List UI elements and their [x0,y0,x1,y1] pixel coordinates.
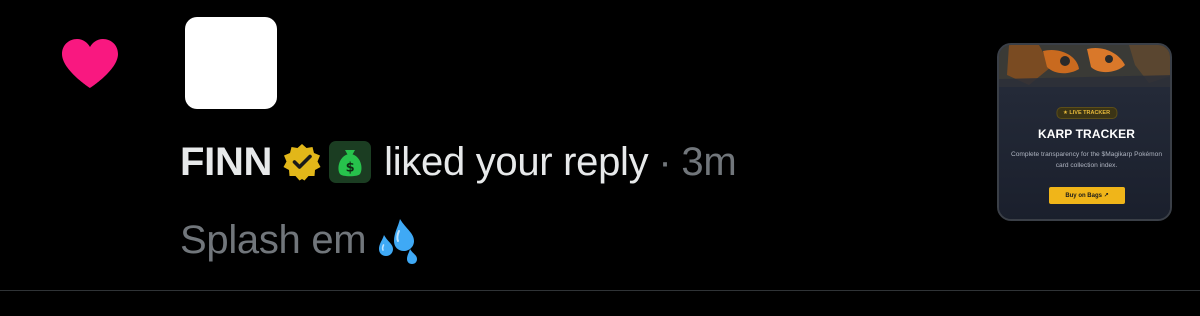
card-title: KARP TRACKER [1038,127,1135,141]
separator-dot: · [658,139,672,184]
money-bag-icon: $ [329,141,372,183]
action-text: liked your reply [384,139,649,184]
svg-text:$: $ [346,161,355,176]
card-description: Complete transparency for the $Magikarp … [1011,151,1162,169]
like-notification[interactable]: FINN $ liked your reply · 3m Splash em ★… [0,0,1200,290]
gold-verified-icon [283,144,321,181]
link-preview-card[interactable]: ★ LIVE TRACKER KARP TRACKER Complete tra… [997,43,1172,221]
reply-preview[interactable]: Splash em [180,212,422,268]
card-artwork [999,45,1170,91]
user-name[interactable]: FINN [180,140,272,185]
notification-headline: FINN $ liked your reply · 3m [180,136,737,188]
live-tracker-badge: ★ LIVE TRACKER [1055,107,1118,119]
buy-on-bags-button[interactable]: Buy on Bags ↗ [1049,187,1125,204]
heart-icon [62,39,118,88]
avatar[interactable] [185,17,277,109]
card-panel: ★ LIVE TRACKER KARP TRACKER Complete tra… [999,87,1170,219]
divider [0,290,1200,291]
sweat-droplets-icon [379,219,418,264]
reply-text: Splash em [180,217,367,262]
timestamp: 3m [681,139,737,184]
